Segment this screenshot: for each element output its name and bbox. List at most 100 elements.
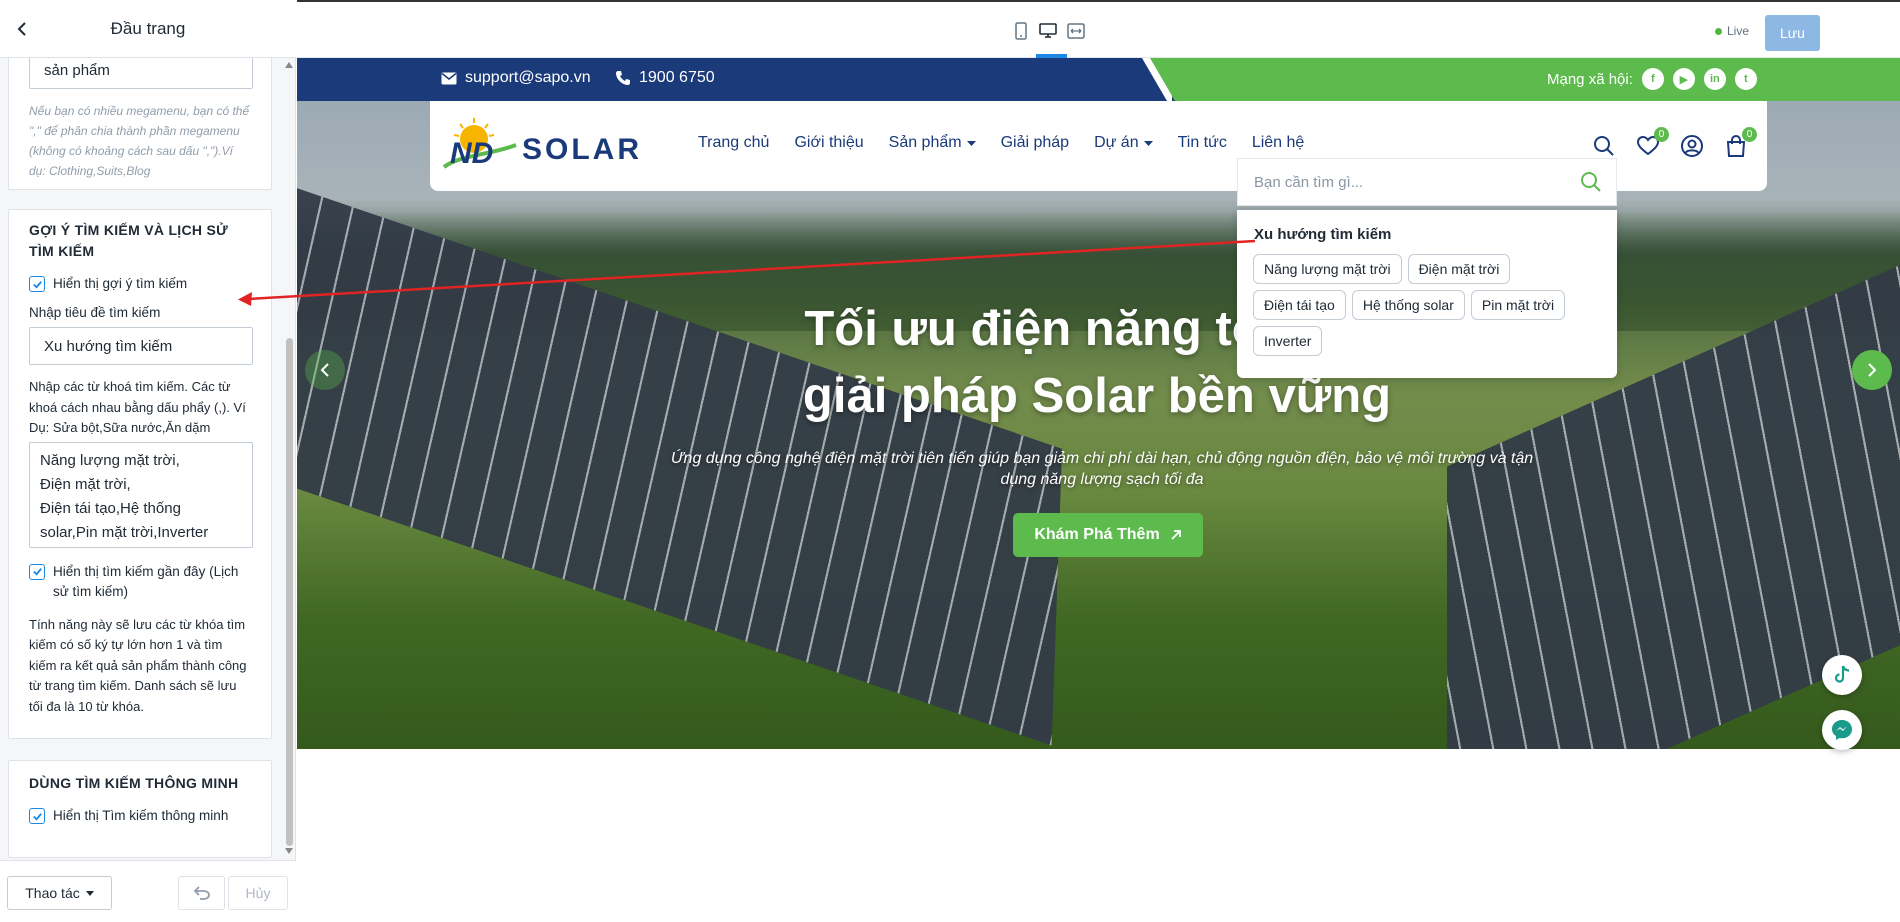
social-label: Mạng xã hội:	[1547, 70, 1633, 88]
nav-home-label: Trang chủ	[698, 134, 770, 151]
nav-news[interactable]: Tin tức	[1178, 134, 1227, 152]
facebook-icon[interactable]: f	[1641, 68, 1664, 90]
megamenu-input[interactable]: sản phẩm	[29, 58, 253, 89]
show-recent-row[interactable]: Hiển thị tìm kiếm gần đây (Lịch sử tìm k…	[29, 562, 251, 602]
cancel-button[interactable]: Hủy	[228, 876, 288, 910]
nav-products[interactable]: Sản phẩm	[889, 134, 976, 152]
show-smart-label: Hiển thị Tìm kiếm thông minh	[53, 808, 229, 823]
live-status: Live	[1715, 24, 1749, 38]
show-smart-row[interactable]: Hiển thị Tìm kiếm thông minh	[29, 806, 251, 826]
trending-chip[interactable]: Năng lượng mặt trời	[1253, 254, 1402, 284]
back-icon[interactable]	[10, 17, 34, 41]
nav-projects-label: Dự án	[1094, 134, 1139, 151]
nav-contact-label: Liên hệ	[1251, 134, 1305, 151]
slider-next-button[interactable]	[1852, 350, 1892, 390]
megamenu-hint: Nếu bạn có nhiều megamenu, bạn có thể ",…	[29, 104, 250, 178]
heading-label: Nhập tiêu đề tìm kiếm	[29, 305, 161, 320]
scrollbar-thumb[interactable]	[286, 338, 293, 846]
save-button[interactable]: Lưu	[1765, 15, 1820, 51]
social-links: Mạng xã hội: f ▶ in t	[1547, 68, 1757, 90]
logo-mark-text: ND	[450, 137, 493, 170]
nav-about[interactable]: Giới thiệu	[794, 134, 863, 152]
youtube-icon[interactable]: ▶	[1672, 68, 1695, 90]
editor-toolbar: Live Lưu	[297, 0, 1900, 58]
recent-description: Tính năng này sẽ lưu các từ khóa tìm kiế…	[29, 616, 247, 714]
hero-subtitle: Ứng dụng công nghệ điện mặt trời tiên ti…	[670, 450, 1534, 488]
keywords-label: Nhập các từ khoá tìm kiếm. Các từ khoá c…	[29, 379, 246, 435]
cancel-label: Hủy	[245, 885, 271, 901]
search-suggest-card: GỢI Ý TÌM KIẾM VÀ LỊCH SỬ TÌM KIẾM Hiển …	[8, 209, 272, 739]
trending-chip[interactable]: Pin mặt trời	[1470, 290, 1566, 320]
live-dot-icon	[1715, 27, 1722, 35]
trending-title: Xu hướng tìm kiếm	[1254, 226, 1392, 243]
panel-title: Đầu trang	[110, 18, 186, 38]
panel-scrollbar[interactable]	[284, 58, 294, 858]
search-suggestions: Xu hướng tìm kiếm Năng lượng mặt trời Đi…	[1237, 210, 1617, 378]
chevron-left-icon	[320, 363, 329, 377]
wishlist-count: 0	[1654, 127, 1669, 142]
trending-chip[interactable]: Điện mặt trời	[1407, 254, 1511, 284]
tumblr-icon[interactable]: t	[1734, 68, 1757, 90]
cart-count: 0	[1742, 127, 1757, 142]
caret-down-icon	[85, 890, 94, 896]
nav-about-label: Giới thiệu	[794, 134, 864, 151]
show-recent-label: Hiển thị tìm kiếm gần đây (Lịch sử tìm k…	[53, 563, 239, 599]
linkedin-icon[interactable]: in	[1703, 68, 1726, 90]
actions-button[interactable]: Thao tác	[7, 876, 112, 910]
phone-icon	[616, 71, 630, 85]
nav-home[interactable]: Trang chủ	[698, 134, 769, 152]
wishlist-icon[interactable]: 0	[1635, 127, 1669, 159]
mail-icon	[441, 72, 457, 84]
logo-text: SOLAR	[522, 133, 642, 166]
mobile-view-icon[interactable]	[1008, 18, 1034, 44]
email-text: support@sapo.vn	[465, 69, 591, 86]
site-logo[interactable]: ND SOLAR	[440, 115, 650, 177]
megamenu-card: sản phẩm Nếu bạn có nhiều megamenu, bạn …	[8, 58, 272, 190]
search-placeholder: Bạn cần tìm gì...	[1254, 173, 1364, 191]
trending-chips: Năng lượng mặt trời Điện mặt trời Điện t…	[1253, 254, 1603, 356]
nav-news-label: Tin tức	[1177, 134, 1227, 151]
show-suggest-checkbox[interactable]	[29, 276, 45, 292]
cart-icon[interactable]: 0	[1723, 127, 1757, 159]
email-contact[interactable]: support@sapo.vn	[441, 69, 591, 87]
desktop-view-icon[interactable]	[1035, 18, 1061, 44]
nav-contact[interactable]: Liên hệ	[1252, 134, 1305, 152]
heading-input[interactable]: Xu hướng tìm kiếm	[29, 327, 253, 365]
trending-chip[interactable]: Hệ thống solar	[1351, 290, 1465, 320]
hero-cta-button[interactable]: Khám Phá Thêm	[1013, 513, 1203, 557]
site-preview: support@sapo.vn 1900 6750 Mạng xã hội: f…	[297, 58, 1900, 922]
search-input[interactable]: Bạn cần tìm gì...	[1237, 158, 1617, 206]
caret-down-icon	[966, 140, 976, 146]
actions-label: Thao tác	[25, 885, 80, 901]
nav-solutions[interactable]: Giải pháp	[1001, 134, 1070, 152]
slider-prev-button[interactable]	[305, 350, 345, 390]
arrow-up-right-icon	[1171, 530, 1181, 540]
trending-chip[interactable]: Điện tái tạo	[1253, 290, 1346, 320]
show-smart-checkbox[interactable]	[29, 808, 45, 824]
show-suggest-row[interactable]: Hiển thị gợi ý tìm kiếm	[29, 274, 251, 294]
nav-solutions-label: Giải pháp	[1000, 134, 1070, 151]
keywords-textarea[interactable]: Năng lượng mặt trời, Điện mặt trời, Điện…	[29, 441, 253, 548]
main-nav: Trang chủ Giới thiệu Sản phẩm Giải pháp …	[698, 134, 1304, 152]
hero-banner: Tối ưu điện năng tối đa h giải pháp Sola…	[297, 101, 1900, 749]
search-icon[interactable]	[1591, 133, 1617, 159]
account-icon[interactable]	[1679, 133, 1705, 159]
search-submit-icon[interactable]	[1580, 171, 1602, 193]
show-recent-checkbox[interactable]	[29, 563, 45, 580]
smart-search-title: DÙNG TÌM KIẾM THÔNG MINH	[29, 775, 239, 791]
caret-down-icon	[1143, 140, 1153, 146]
phone-contact[interactable]: 1900 6750	[615, 69, 715, 87]
panel-scroll-area: sản phẩm Nếu bạn có nhiều megamenu, bạn …	[0, 58, 296, 858]
social-bar	[1147, 58, 1900, 101]
show-suggest-label: Hiển thị gợi ý tìm kiếm	[53, 276, 188, 291]
phone-text: 1900 6750	[639, 69, 715, 86]
nav-projects[interactable]: Dự án	[1094, 134, 1153, 152]
chevron-right-icon	[1868, 363, 1877, 377]
fullwidth-view-icon[interactable]	[1063, 18, 1089, 44]
trending-chip[interactable]: Inverter	[1253, 326, 1323, 356]
messenger-icon[interactable]	[1822, 710, 1862, 750]
panel-footer: Thao tác Hủy	[0, 860, 296, 922]
undo-button[interactable]	[178, 876, 225, 910]
tiktok-icon[interactable]	[1822, 655, 1862, 695]
undo-icon	[193, 886, 210, 900]
